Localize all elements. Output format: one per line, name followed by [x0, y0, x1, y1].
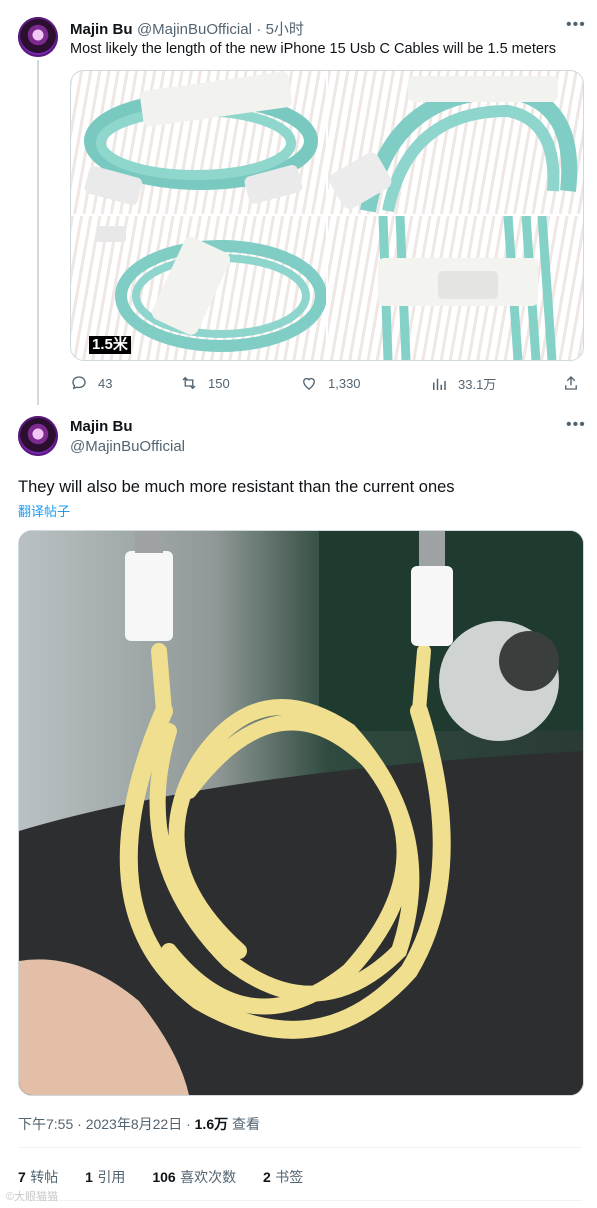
view-count: 1.6万: [194, 1116, 229, 1132]
reply-button[interactable]: 43: [70, 374, 112, 392]
author-handle[interactable]: @MajinBuOfficial: [137, 21, 252, 38]
retweet-button[interactable]: 150: [180, 374, 230, 392]
view-label: 查看: [232, 1116, 260, 1132]
media-image-3[interactable]: 1.5米: [71, 216, 326, 360]
share-icon: [565, 376, 577, 390]
stat-number: 2: [263, 1169, 271, 1185]
like-button[interactable]: 1,330: [300, 374, 361, 392]
share-button[interactable]: [562, 374, 590, 392]
tweet-text: They will also be much more resistant th…: [18, 478, 455, 496]
yellow-cable-photo: [19, 531, 583, 1095]
like-count: 1,330: [328, 375, 361, 391]
cable-photo: [378, 216, 557, 360]
stat-retweets[interactable]: 7 转帖: [18, 1169, 58, 1186]
retweet-icon: [182, 376, 196, 390]
stat-number: 7: [18, 1169, 26, 1185]
more-options-icon[interactable]: •••: [566, 16, 586, 34]
reply-icon: [72, 376, 86, 390]
heart-icon: [303, 377, 315, 390]
retweet-count: 150: [208, 375, 230, 391]
media-image-4[interactable]: [328, 216, 583, 360]
divider: [18, 1147, 582, 1148]
watermark: ©大眼猫猫: [6, 1191, 59, 1203]
tweet-header: Majin Bu @MajinBuOfficial · 5小时: [70, 18, 304, 39]
stat-quotes[interactable]: 1 引用: [85, 1169, 125, 1186]
cable-photo: [329, 76, 578, 213]
stat-bookmarks[interactable]: 2 书签: [263, 1169, 303, 1186]
avatar[interactable]: [18, 416, 58, 456]
view-count: 33.1万: [458, 377, 497, 392]
tweet-time[interactable]: · 5小时: [256, 21, 304, 38]
analytics-icon: [433, 378, 446, 390]
stat-number: 1: [85, 1169, 93, 1185]
reply-count: 43: [98, 375, 113, 391]
cable-photo: [84, 71, 318, 205]
stat-label: 转帖: [30, 1169, 59, 1185]
media-image[interactable]: [18, 530, 584, 1096]
stat-number: 106: [152, 1169, 176, 1185]
timestamp[interactable]: 下午7:55 · 2023年8月22日 ·: [18, 1116, 191, 1132]
tweet-timestamp-row: 下午7:55 · 2023年8月22日 · 1.6万 查看: [18, 1114, 260, 1134]
media-grid[interactable]: 1.5米: [70, 70, 584, 361]
translate-link[interactable]: 翻译帖子: [18, 501, 70, 520]
length-label: 1.5米: [89, 336, 131, 354]
author-name[interactable]: Majin Bu: [70, 21, 133, 38]
author-handle[interactable]: @MajinBuOfficial: [70, 438, 185, 455]
author-name[interactable]: Majin Bu: [70, 418, 133, 435]
more-options-icon[interactable]: •••: [566, 416, 586, 434]
views-button[interactable]: 33.1万: [430, 374, 496, 393]
avatar[interactable]: [18, 17, 58, 57]
media-image-1[interactable]: [71, 71, 326, 214]
stat-label: 引用: [97, 1169, 126, 1185]
thread-connector: [37, 60, 39, 405]
stat-label: 书签: [275, 1169, 304, 1185]
stat-label: 喜欢次数: [180, 1169, 237, 1185]
stat-likes[interactable]: 106 喜欢次数: [152, 1169, 236, 1186]
stats-row: 7 转帖 1 引用 106 喜欢次数 2 书签: [18, 1167, 303, 1187]
media-image-2[interactable]: [328, 71, 583, 214]
tweet-text: Most likely the length of the new iPhone…: [70, 41, 556, 57]
divider: [18, 1200, 582, 1201]
